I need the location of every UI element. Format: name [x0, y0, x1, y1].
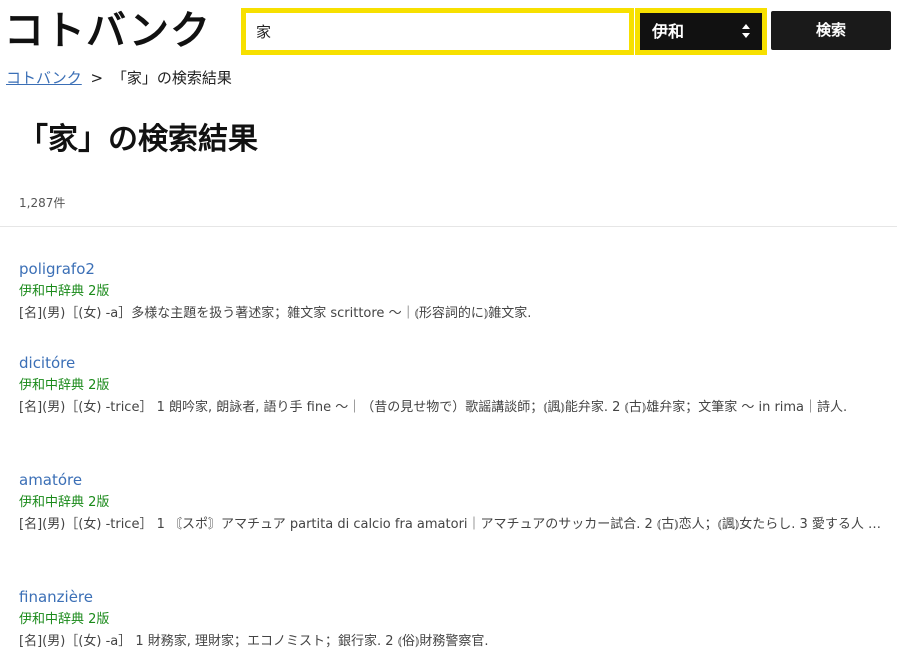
result-title-link[interactable]: dicitóre	[19, 352, 889, 374]
divider	[0, 226, 897, 227]
result-count: 1,287件	[19, 196, 66, 210]
result-source: 伊和中辞典 2版	[19, 495, 110, 510]
result-snippet: [名](男)［(女) -trice］ 1 〘スポ〙アマチュア partita d…	[19, 517, 882, 532]
dictionary-select-value: 伊和	[652, 22, 685, 41]
search-box	[241, 8, 634, 55]
result-snippet: [名](男)［(女) -a］多様な主題を扱う著述家；雑文家 scrittore …	[19, 306, 532, 321]
breadcrumb-current: 「家」の検索結果	[111, 69, 232, 87]
result-title-link[interactable]: poligrafo2	[19, 258, 889, 280]
breadcrumb-home-link[interactable]: コトバンク	[6, 69, 82, 87]
page-title: 「家」の検索結果	[18, 122, 258, 157]
result-title-link[interactable]: amatóre	[19, 469, 889, 491]
select-arrows-icon	[742, 23, 750, 40]
breadcrumb-separator: >	[90, 69, 104, 87]
result-title-link[interactable]: finanzière	[19, 586, 889, 608]
result-item: poligrafo2 伊和中辞典 2版 [名](男)［(女) -a］多様な主題を…	[19, 258, 889, 325]
result-item: finanzière 伊和中辞典 2版 [名](男)［(女) -a］ 1 財務家…	[19, 586, 889, 653]
site-header: コトバンク 伊和 検索	[0, 0, 897, 62]
search-button[interactable]: 検索	[771, 11, 891, 50]
result-source: 伊和中辞典 2版	[19, 612, 110, 627]
result-source: 伊和中辞典 2版	[19, 284, 110, 299]
result-snippet: [名](男)［(女) -a］ 1 財務家, 理財家；エコノミスト；銀行家. 2 …	[19, 634, 489, 649]
breadcrumb: コトバンク > 「家」の検索結果	[6, 67, 232, 89]
search-input[interactable]	[246, 13, 629, 50]
site-logo[interactable]: コトバンク	[4, 6, 211, 56]
result-snippet: [名](男)［(女) -trice］ 1 朗吟家, 朗詠者, 語り手 fine …	[19, 400, 848, 415]
result-source: 伊和中辞典 2版	[19, 378, 110, 393]
dictionary-select[interactable]: 伊和	[635, 8, 767, 55]
result-item: amatóre 伊和中辞典 2版 [名](男)［(女) -trice］ 1 〘ス…	[19, 469, 889, 536]
result-item: dicitóre 伊和中辞典 2版 [名](男)［(女) -trice］ 1 朗…	[19, 352, 889, 419]
